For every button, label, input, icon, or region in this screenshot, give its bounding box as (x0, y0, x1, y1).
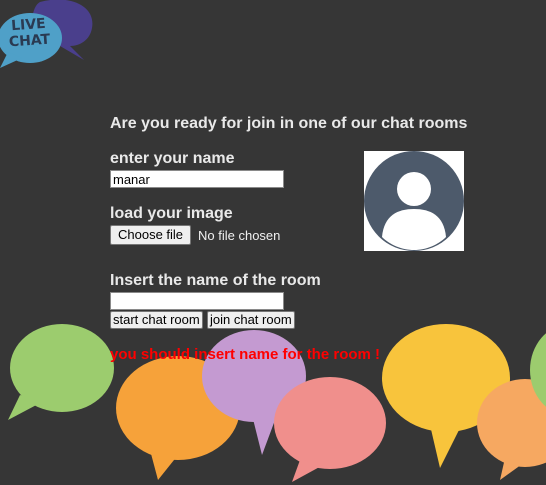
start-chat-room-button[interactable]: start chat room (110, 311, 203, 329)
file-status-text: No file chosen (198, 228, 281, 243)
name-label: enter your name (110, 150, 235, 167)
logo-text: LIVE CHAT (2, 15, 56, 51)
page: LIVE CHAT Are you ready for join in one … (0, 0, 546, 485)
user-silhouette-icon (364, 151, 464, 251)
room-name-input[interactable] (110, 292, 284, 310)
join-chat-room-button[interactable]: join chat room (207, 311, 295, 329)
error-message: you should insert name for the room ! (110, 346, 381, 363)
image-label: load your image (110, 205, 233, 222)
room-label: Insert the name of the room (110, 272, 321, 289)
page-heading: Are you ready for join in one of our cha… (110, 115, 468, 132)
choose-file-button[interactable]: Choose file (110, 225, 192, 245)
avatar (364, 151, 464, 251)
live-chat-logo: LIVE CHAT (0, 0, 100, 70)
name-input[interactable] (110, 170, 284, 188)
